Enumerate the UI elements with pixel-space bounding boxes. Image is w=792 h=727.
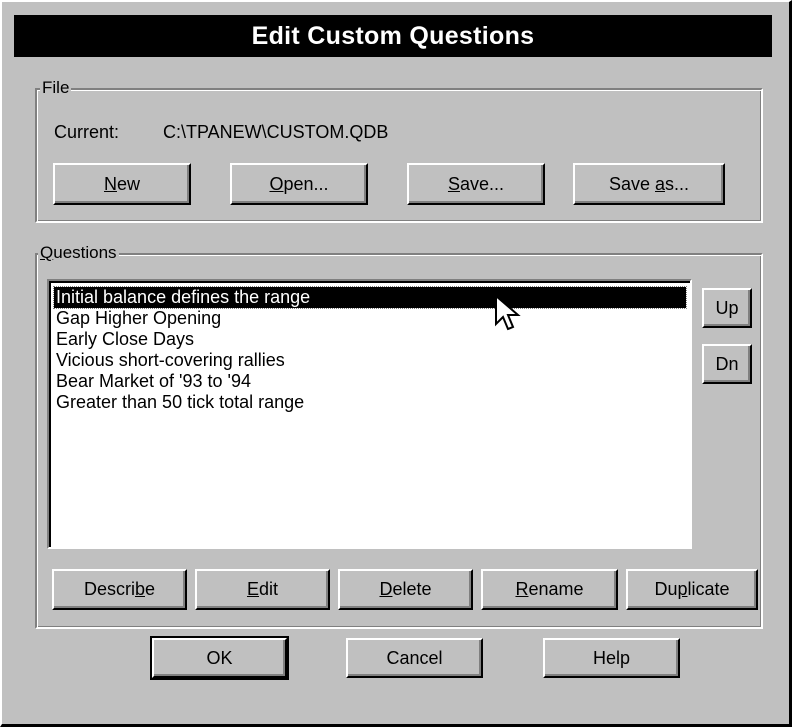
dialog-title-bar[interactable]: Edit Custom Questions <box>14 15 772 57</box>
arrow-pointer-icon <box>495 294 521 331</box>
move-down-button[interactable]: Dn <box>702 344 752 384</box>
rename-button[interactable]: Rename <box>481 569 618 610</box>
question-list-item[interactable]: Early Close Days <box>54 329 686 350</box>
save-as-button[interactable]: Save a s... <box>573 163 725 205</box>
cancel-button[interactable]: Cancel <box>346 638 483 678</box>
file-group-label: File <box>40 78 72 98</box>
question-list-item[interactable]: Greater than 50 tick total range <box>54 392 686 413</box>
questions-listbox[interactable]: Initial balance defines the range Gap Hig… <box>47 279 692 549</box>
question-list-item[interactable]: Vicious short-covering rallies <box>54 350 686 371</box>
question-list-item[interactable]: Bear Market of '93 to '94 <box>54 371 686 392</box>
save-button[interactable]: Save... <box>407 163 545 205</box>
question-list-item[interactable]: Gap Higher Opening <box>54 308 686 329</box>
duplicate-button[interactable]: Du p licate <box>626 569 758 610</box>
question-list-item[interactable]: Initial balance defines the range <box>53 286 687 309</box>
ok-button[interactable]: OK <box>150 636 289 680</box>
open-button[interactable]: Open... <box>230 163 368 205</box>
describe-button[interactable]: Descri b e <box>52 569 187 610</box>
help-button[interactable]: Help <box>543 638 680 678</box>
dialog-title: Edit Custom Questions <box>251 21 535 50</box>
current-file-path: C:\TPANEW\CUSTOM.QDB <box>163 122 389 142</box>
new-button[interactable]: New <box>53 163 191 205</box>
edit-custom-questions-dialog: Edit Custom Questions File Current: C:\T… <box>0 0 792 727</box>
edit-button[interactable]: Edit <box>195 569 330 610</box>
questions-group-label: Questions <box>38 243 119 263</box>
current-file-label: Current: <box>54 122 120 142</box>
delete-button[interactable]: Delete <box>338 569 473 610</box>
move-up-button[interactable]: Up <box>702 288 752 328</box>
